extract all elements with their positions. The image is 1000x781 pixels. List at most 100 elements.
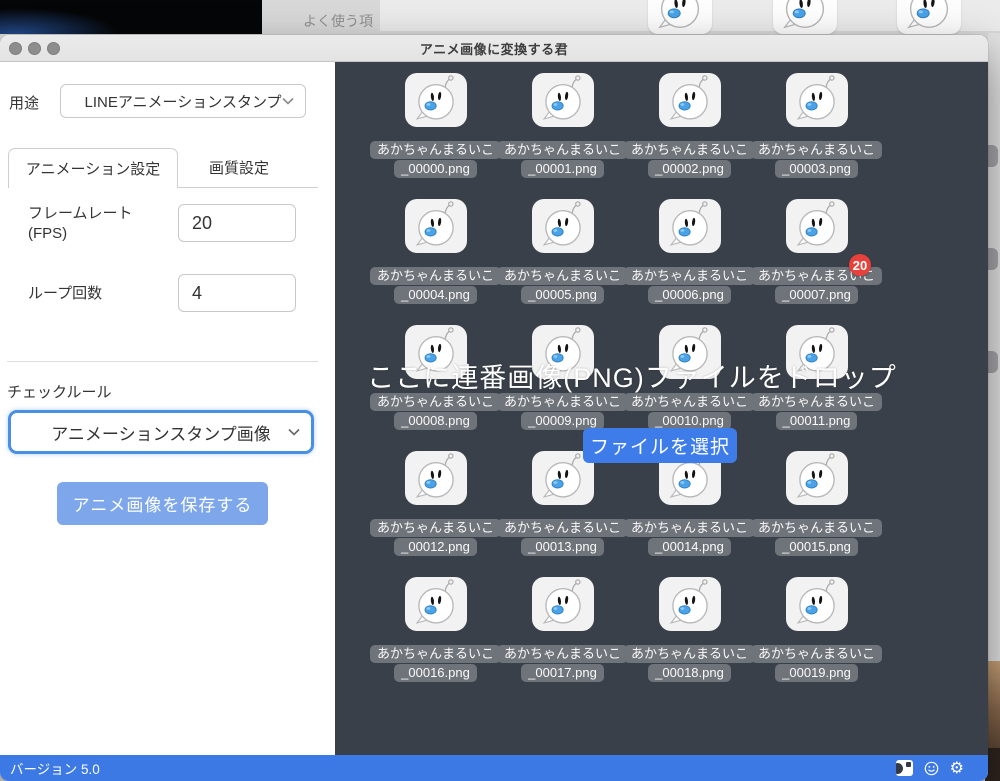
chevron-down-icon (288, 428, 300, 436)
file-name-label: あかちゃんまるいこ _00014.png (624, 519, 756, 556)
character-face-icon (669, 201, 708, 246)
file-name-line1: あかちゃんまるいこ (497, 393, 629, 411)
file-name-line2: _00008.png (394, 412, 477, 430)
file-item[interactable]: あかちゃんまるいこ _00004.png (370, 196, 502, 322)
window-titlebar[interactable]: アニメ画像に変換する君 (0, 35, 988, 62)
background-right-strip (986, 33, 1000, 781)
character-face-icon (542, 453, 581, 498)
file-item[interactable]: あかちゃんまるいこ _00005.png (497, 196, 629, 322)
background-file-tile (773, 0, 837, 34)
fps-input[interactable] (178, 204, 296, 242)
file-name-label: あかちゃんまるいこ _00018.png (624, 645, 756, 682)
character-face-icon (796, 75, 835, 120)
purpose-select[interactable]: LINEアニメーションスタンプ (60, 84, 306, 118)
drag-count-badge: 20 (849, 254, 871, 276)
file-name-label: あかちゃんまるいこ _00006.png (624, 267, 756, 304)
file-thumbnail (785, 73, 848, 127)
file-item[interactable]: あかちゃんまるいこ _00000.png (370, 70, 502, 196)
file-name-label: あかちゃんまるいこ _00000.png (370, 141, 502, 178)
minimize-window-button[interactable] (28, 42, 41, 55)
file-name-label: あかちゃんまるいこ _00016.png (370, 645, 502, 682)
file-name-line2: _00005.png (521, 286, 604, 304)
file-name-line2: _00002.png (648, 160, 731, 178)
file-item[interactable]: あかちゃんまるいこ _00007.png 20 (751, 196, 883, 322)
file-name-line2: _00017.png (521, 664, 604, 682)
check-rule-select-value: アニメーションスタンプ画像 (51, 424, 271, 444)
file-thumbnail (404, 577, 467, 631)
loop-count-input[interactable] (178, 274, 296, 312)
background-image-glow (0, 8, 120, 34)
file-name-line1: あかちゃんまるいこ (624, 267, 756, 285)
image-drop-zone[interactable]: あかちゃんまるいこ _00000.png あかちゃんまるいこ _00001.pn… (335, 62, 988, 755)
fps-label-line1: フレームレート (28, 205, 133, 222)
background-favorites-label: よく使う項 (303, 13, 373, 29)
file-name-line1: あかちゃんまるいこ (370, 267, 502, 285)
section-divider (7, 361, 318, 362)
character-face-icon (907, 0, 949, 29)
file-thumbnail (404, 451, 467, 505)
file-item[interactable]: あかちゃんまるいこ _00016.png (370, 574, 502, 700)
select-files-button[interactable]: ファイルを選択 (583, 428, 737, 463)
file-name-label: あかちゃんまるいこ _00017.png (497, 645, 629, 682)
file-name-line1: あかちゃんまるいこ (751, 393, 883, 411)
file-name-line1: あかちゃんまるいこ (370, 645, 502, 663)
check-rule-select[interactable]: アニメーションスタンプ画像 (8, 410, 314, 454)
file-item[interactable]: あかちゃんまるいこ _00002.png (624, 70, 756, 196)
file-item[interactable]: あかちゃんまるいこ _00003.png (751, 70, 883, 196)
character-face-icon (796, 201, 835, 246)
file-name-label: あかちゃんまるいこ _00012.png (370, 519, 502, 556)
file-name-label: あかちゃんまるいこ _00005.png (497, 267, 629, 304)
file-thumbnail (658, 577, 721, 631)
save-animation-button[interactable]: アニメ画像を保存する (57, 482, 268, 525)
file-name-line2: _00006.png (648, 286, 731, 304)
file-item[interactable]: あかちゃんまるいこ _00006.png (624, 196, 756, 322)
tab-quality-label: 画質設定 (208, 159, 269, 177)
character-face-icon (542, 579, 581, 624)
check-rule-label: チェックルール (7, 384, 112, 401)
status-bar-icons: ⚙ (895, 755, 964, 781)
settings-panel: 用途 LINEアニメーションスタンプ アニメーション設定 画質設定 フレームレー… (0, 62, 335, 755)
close-window-button[interactable] (9, 42, 22, 55)
file-name-line1: あかちゃんまるいこ (497, 645, 629, 663)
tab-animation-settings[interactable]: アニメーション設定 (8, 148, 178, 189)
file-name-label: あかちゃんまるいこ _00008.png (370, 393, 502, 430)
character-face-icon (783, 0, 825, 29)
character-face-icon (542, 75, 581, 120)
file-name-line2: _00018.png (648, 664, 731, 682)
file-item[interactable]: あかちゃんまるいこ _00012.png (370, 448, 502, 574)
character-face-icon (658, 0, 700, 29)
file-name-label: あかちゃんまるいこ _00011.png (751, 393, 883, 430)
zoom-window-button[interactable] (47, 42, 60, 55)
background-file-tile (648, 0, 712, 34)
file-name-label: あかちゃんまるいこ _00013.png (497, 519, 629, 556)
background-dark-image (0, 0, 262, 34)
file-name-line2: _00012.png (394, 538, 477, 556)
tab-quality-settings[interactable]: 画質設定 (178, 147, 300, 187)
file-item[interactable]: あかちゃんまるいこ _00018.png (624, 574, 756, 700)
file-thumbnail (531, 577, 594, 631)
file-name-line1: あかちゃんまるいこ (751, 141, 883, 159)
file-name-line1: あかちゃんまるいこ (370, 519, 502, 537)
gear-icon[interactable]: ⚙ (950, 760, 964, 776)
file-item[interactable]: あかちゃんまるいこ _00015.png (751, 448, 883, 574)
file-name-line2: _00007.png (775, 286, 858, 304)
file-name-line1: あかちゃんまるいこ (497, 267, 629, 285)
character-face-icon (669, 75, 708, 120)
file-thumbnail (658, 73, 721, 127)
file-item[interactable]: あかちゃんまるいこ _00019.png (751, 574, 883, 700)
file-name-line1: あかちゃんまるいこ (624, 141, 756, 159)
file-item[interactable]: あかちゃんまるいこ _00014.png (624, 448, 756, 574)
file-thumbnail (785, 451, 848, 505)
purpose-select-value: LINEアニメーションスタンプ (84, 93, 282, 111)
file-item[interactable]: あかちゃんまるいこ _00017.png (497, 574, 629, 700)
file-name-line2: _00001.png (521, 160, 604, 178)
file-item[interactable]: あかちゃんまるいこ _00001.png (497, 70, 629, 196)
status-bar: バージョン 5.0 ⚙ (0, 755, 988, 781)
app-logo-icon[interactable] (895, 760, 913, 776)
smiley-icon[interactable] (924, 761, 939, 776)
file-item[interactable]: あかちゃんまるいこ _00013.png (497, 448, 629, 574)
file-thumbnail (531, 73, 594, 127)
character-face-icon (542, 201, 581, 246)
purpose-label: 用途 (9, 95, 40, 112)
file-name-line1: あかちゃんまるいこ (751, 645, 883, 663)
